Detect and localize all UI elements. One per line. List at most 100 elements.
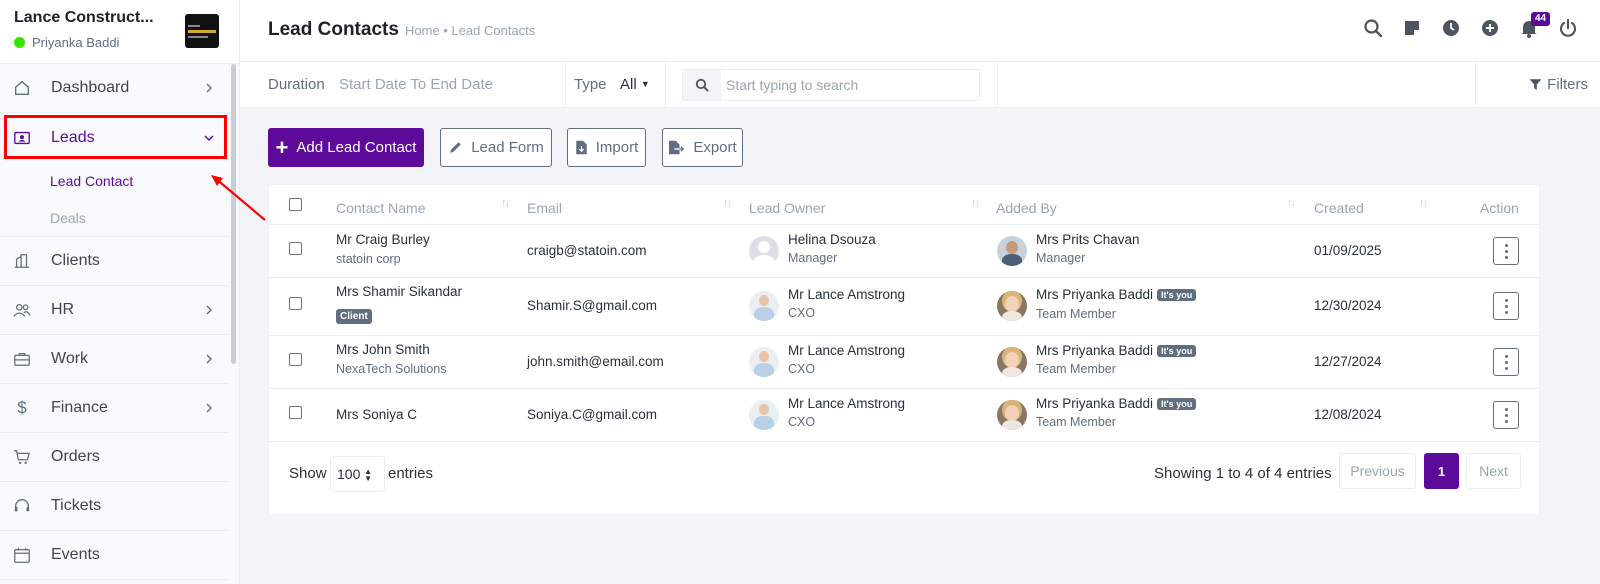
sticky-note-icon[interactable] (1402, 18, 1422, 38)
search-input[interactable] (723, 70, 977, 100)
table-row: Mrs Soniya C Soniya.C@gmail.com Mr Lance… (269, 389, 1539, 442)
table-footer: Show 100 ▲ ▼ entries Showing 1 to 4 of 4 … (269, 441, 1539, 501)
row-checkbox[interactable] (289, 353, 302, 369)
lead-form-button[interactable]: Lead Form (440, 128, 552, 167)
chevron-right-icon (206, 305, 212, 315)
date-range-picker[interactable]: Start Date To End Date (339, 76, 493, 93)
notifications-button[interactable]: 44 (1519, 12, 1551, 38)
column-header-created[interactable]: Created (1314, 200, 1364, 216)
created-date: 12/30/2024 (1314, 298, 1382, 313)
added-by-role: Team Member (1036, 362, 1116, 376)
avatar (749, 347, 779, 377)
import-button[interactable]: Import (567, 128, 646, 167)
owner-name[interactable]: Mr Lance Amstrong (788, 396, 905, 411)
online-status-icon (14, 37, 25, 48)
owner-role: CXO (788, 415, 816, 429)
contact-email: john.smith@email.com (527, 354, 664, 369)
added-by-name[interactable]: Mrs Priyanka Baddi It's you (1036, 396, 1197, 411)
sidebar-item-leads[interactable]: Leads (0, 113, 228, 162)
top-header: Lead Contacts Home • Lead Contacts 44 (240, 0, 1600, 62)
sidebar-subitem-lead-contact[interactable]: Lead Contact (0, 162, 228, 199)
table-row: Mrs John Smith NexaTech Solutions john.s… (269, 336, 1539, 389)
sidebar-item-events[interactable]: Events (0, 531, 228, 580)
brand-header[interactable]: Lance Construct... Priyanka Baddi (0, 0, 239, 64)
table-row: Mrs Shamir Sikandar Client Shamir.S@gmai… (269, 278, 1539, 336)
sidebar-subitem-deals[interactable]: Deals (0, 199, 228, 236)
file-export-icon (669, 140, 685, 155)
sidebar-item-finance[interactable]: $ Finance (0, 384, 228, 433)
added-by-name-text: Mrs Priyanka Baddi (1036, 396, 1154, 411)
dollar-icon: $ (17, 398, 27, 417)
avatar (749, 236, 779, 266)
contact-company: statoin corp (336, 252, 401, 266)
row-action-menu-button[interactable] (1493, 348, 1519, 376)
sidebar-item-clients[interactable]: Clients (0, 237, 228, 286)
avatar (749, 400, 779, 430)
owner-role: Manager (788, 251, 838, 265)
sidebar-item-hr[interactable]: HR (0, 286, 228, 335)
row-action-menu-button[interactable] (1493, 237, 1519, 265)
column-header-email[interactable]: Email (527, 200, 562, 216)
sidebar-scrollbar[interactable] (231, 64, 236, 364)
column-header-contact-name[interactable]: Contact Name (336, 200, 425, 216)
row-checkbox[interactable] (289, 297, 302, 313)
sidebar-item-work[interactable]: Work (0, 335, 228, 384)
sort-icon[interactable]: ↑↓ (723, 197, 732, 209)
row-action-menu-button[interactable] (1493, 292, 1519, 320)
contact-name-link[interactable]: Mr Craig Burley (336, 232, 430, 247)
sidebar: Lance Construct... Priyanka Baddi Dashbo… (0, 0, 240, 584)
contact-name-link[interactable]: Mrs Shamir Sikandar (336, 284, 462, 299)
sidebar-item-dashboard[interactable]: Dashboard (0, 64, 228, 113)
contact-name-link[interactable]: Mrs Soniya C (336, 407, 417, 422)
column-header-added-by[interactable]: Added By (996, 200, 1057, 216)
owner-name[interactable]: Mr Lance Amstrong (788, 343, 905, 358)
filters-button[interactable]: Filters (1529, 76, 1588, 93)
type-select[interactable]: All ▼ (620, 76, 650, 93)
pagination-info: Showing 1 to 4 of 4 entries (1154, 465, 1332, 482)
sidebar-item-label: Events (51, 546, 100, 563)
added-by-role: Team Member (1036, 307, 1116, 321)
row-checkbox[interactable] (289, 242, 302, 258)
next-page-button[interactable]: Next (1466, 453, 1521, 489)
row-action-menu-button[interactable] (1493, 401, 1519, 429)
page-size-select[interactable]: 100 ▲ ▼ (330, 456, 385, 492)
divider (1475, 62, 1476, 108)
table-row: Mr Craig Burley statoin corp craigb@stat… (269, 225, 1539, 278)
clock-icon[interactable] (1441, 18, 1461, 38)
sort-icon[interactable]: ↑↓ (971, 197, 980, 209)
search-icon[interactable] (1363, 18, 1383, 38)
owner-name[interactable]: Helina Dsouza (788, 232, 876, 247)
power-icon[interactable] (1558, 18, 1578, 38)
contact-name-link[interactable]: Mrs John Smith (336, 342, 430, 357)
row-checkbox[interactable] (289, 406, 302, 422)
sidebar-item-orders[interactable]: Orders (0, 433, 228, 482)
avatar (997, 347, 1027, 377)
sidebar-item-label: Dashboard (51, 79, 130, 96)
sort-icon[interactable]: ↑↓ (501, 197, 510, 209)
previous-page-button[interactable]: Previous (1339, 453, 1416, 489)
contact-card-icon (14, 131, 30, 144)
page-1-button[interactable]: 1 (1424, 453, 1459, 489)
added-by-name[interactable]: Mrs Priyanka Baddi It's you (1036, 287, 1197, 302)
owner-name[interactable]: Mr Lance Amstrong (788, 287, 905, 302)
export-button[interactable]: Export (662, 128, 743, 167)
lead-form-label: Lead Form (471, 139, 544, 156)
page-title: Lead Contacts (268, 19, 399, 40)
type-label: Type (574, 76, 607, 93)
select-all-checkbox[interactable] (289, 198, 302, 214)
added-by-role: Team Member (1036, 415, 1116, 429)
table-header: Contact Name ↑↓ Email ↑↓ Lead Owner ↑↓ A… (269, 185, 1539, 225)
column-header-lead-owner[interactable]: Lead Owner (749, 200, 825, 216)
add-circle-icon[interactable] (1480, 18, 1500, 38)
sidebar-item-tickets[interactable]: Tickets (0, 482, 228, 531)
sort-icon[interactable]: ↑↓ (1419, 197, 1428, 209)
entries-label: entries (388, 465, 434, 482)
sort-icon[interactable]: ↑↓ (1287, 197, 1296, 209)
divider (665, 62, 666, 108)
breadcrumb[interactable]: Home • Lead Contacts (405, 23, 535, 38)
add-lead-contact-button[interactable]: + Add Lead Contact (268, 128, 424, 167)
contact-email: Shamir.S@gmail.com (527, 298, 657, 313)
added-by-name[interactable]: Mrs Prits Chavan (1036, 232, 1140, 247)
filters-label: Filters (1547, 76, 1588, 93)
added-by-name[interactable]: Mrs Priyanka Baddi It's you (1036, 343, 1197, 358)
